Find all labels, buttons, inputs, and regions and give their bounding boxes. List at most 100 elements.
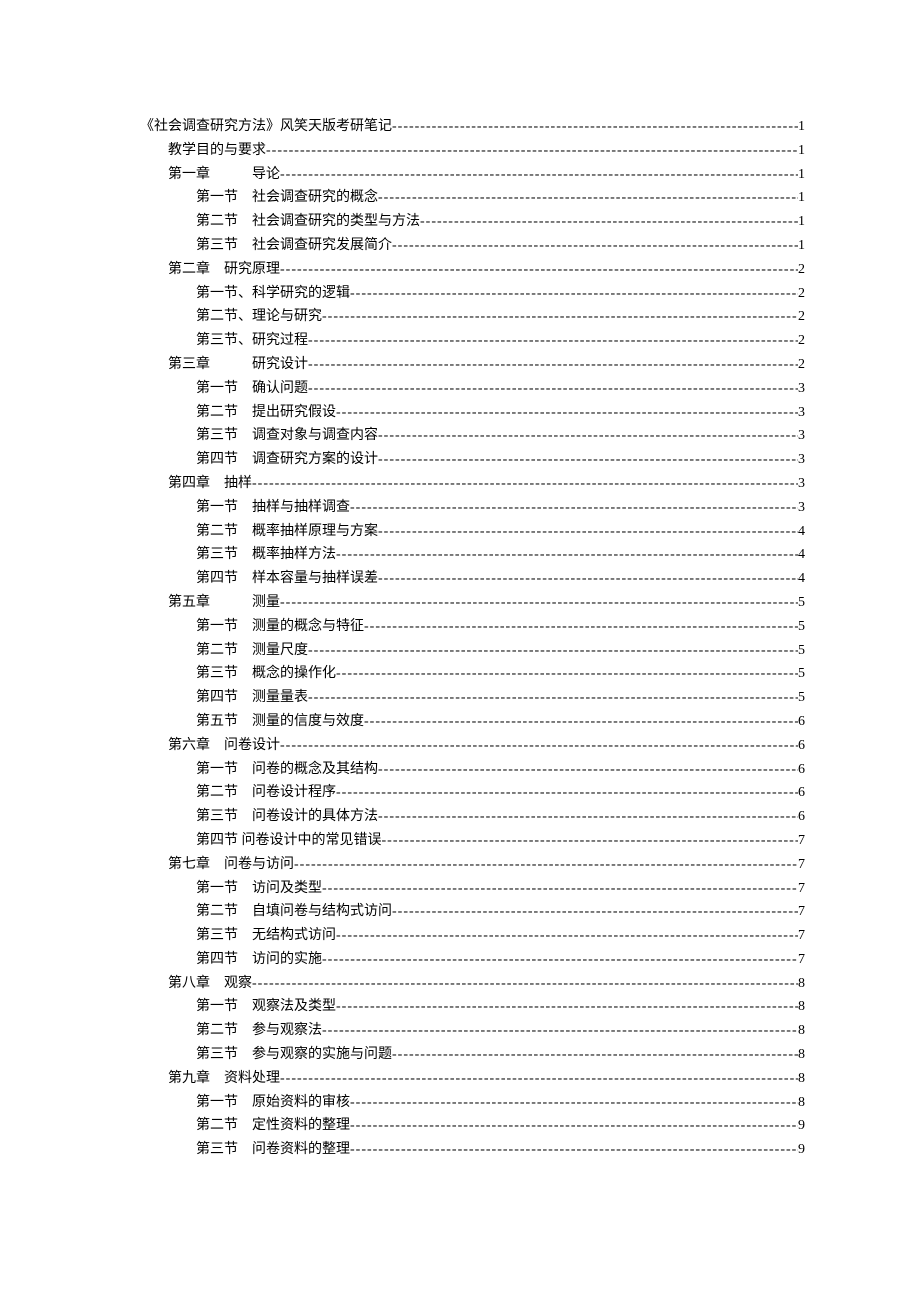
toc-entry: 第四节 访问的实施 7 [140,948,805,972]
toc-page-number: 3 [798,448,805,472]
toc-entry: 第二节 社会调查研究的类型与方法1 [140,210,805,234]
toc-leader-dots [322,948,798,972]
toc-label: 第四节 问卷设计中的常见错误 [196,829,382,853]
toc-leader-dots [322,1019,798,1043]
toc-entry: 第三节 参与观察的实施与问题8 [140,1043,805,1067]
toc-leader-dots [350,496,798,520]
toc-label: 第一节 抽样与抽样调查 [196,496,350,520]
toc-leader-dots [364,710,798,734]
toc-entry: 第四节 问卷设计中的常见错误 7 [140,829,805,853]
toc-entry: 第三节 调查对象与调查内容3 [140,424,805,448]
toc-entry: 第九章 资料处理8 [140,1067,805,1091]
toc-leader-dots [350,282,798,306]
toc-entry: 第一节 访问及类型7 [140,877,805,901]
toc-entry: 第二节 自填问卷与结构式访问7 [140,900,805,924]
toc-label: 第一节 社会调查研究的概念 [196,186,378,210]
toc-leader-dots [336,924,798,948]
toc-leader-dots [308,329,798,353]
toc-leader-dots [378,424,798,448]
toc-page-number: 2 [798,353,805,377]
toc-page-number: 3 [798,472,805,496]
toc-page-number: 6 [798,781,805,805]
toc-leader-dots [392,900,798,924]
toc-page-number: 1 [798,210,805,234]
toc-page-number: 5 [798,591,805,615]
toc-page-number: 6 [798,710,805,734]
toc-label: 第二节 提出研究假设 [196,401,336,425]
toc-label: 第二节 参与观察法 [196,1019,322,1043]
toc-entry: 第三节 社会调查研究发展简介1 [140,234,805,258]
toc-page-number: 5 [798,615,805,639]
toc-entry: 第二节、理论与研究 2 [140,305,805,329]
toc-leader-dots [252,472,798,496]
toc-entry: 第二节 概率抽样原理与方案 4 [140,520,805,544]
toc-entry: 第三节、研究过程2 [140,329,805,353]
table-of-contents: 《社会调查研究方法》风笑天版考研笔记1教学目的与要求1第一章 导论1第一节 社会… [140,115,805,1162]
toc-page-number: 1 [798,139,805,163]
toc-label: 第一节 确认问题 [196,377,308,401]
toc-label: 第三节 概率抽样方法 [196,543,336,567]
toc-leader-dots [350,1138,798,1162]
toc-entry: 第二节 提出研究假设3 [140,401,805,425]
toc-label: 第四节 调查研究方案的设计 [196,448,378,472]
toc-page-number: 8 [798,1067,805,1091]
toc-label: 第二节 问卷设计程序 [196,781,336,805]
toc-label: 第四节 测量量表 [196,686,308,710]
toc-label: 第三章 研究设计 [168,353,308,377]
toc-page-number: 3 [798,377,805,401]
toc-page-number: 4 [798,567,805,591]
toc-page-number: 7 [798,829,805,853]
toc-page-number: 7 [798,948,805,972]
toc-page-number: 8 [798,972,805,996]
toc-page-number: 3 [798,496,805,520]
toc-leader-dots [350,1091,798,1115]
toc-label: 第六章 问卷设计 [168,734,280,758]
toc-entry: 第四节 样本容量与抽样误差 4 [140,567,805,591]
toc-label: 第二节 概率抽样原理与方案 [196,520,378,544]
toc-leader-dots [382,829,799,853]
toc-entry: 第三章 研究设计 2 [140,353,805,377]
toc-entry: 第四节 测量量表 5 [140,686,805,710]
toc-page-number: 2 [798,258,805,282]
toc-label: 第四节 样本容量与抽样误差 [196,567,378,591]
toc-label: 《社会调查研究方法》风笑天版考研笔记 [140,115,392,139]
toc-leader-dots [378,186,798,210]
toc-entry: 第二节 测量尺度5 [140,639,805,663]
toc-page-number: 7 [798,853,805,877]
toc-entry: 第一节 测量的概念与特征5 [140,615,805,639]
toc-leader-dots [336,662,798,686]
toc-label: 第二节 测量尺度 [196,639,308,663]
toc-page-number: 2 [798,305,805,329]
toc-page-number: 1 [798,186,805,210]
toc-page-number: 5 [798,662,805,686]
toc-label: 第四节 访问的实施 [196,948,322,972]
toc-leader-dots [350,1114,798,1138]
toc-page-number: 5 [798,686,805,710]
toc-entry: 《社会调查研究方法》风笑天版考研笔记 1 [140,115,805,139]
toc-leader-dots [378,520,798,544]
toc-label: 第一节、科学研究的逻辑 [196,282,350,306]
toc-page-number: 2 [798,282,805,306]
toc-leader-dots [392,234,798,258]
toc-leader-dots [252,972,798,996]
toc-page-number: 7 [798,877,805,901]
toc-leader-dots [336,781,798,805]
toc-leader-dots [392,115,798,139]
toc-page-number: 1 [798,234,805,258]
toc-page-number: 1 [798,115,805,139]
toc-entry: 第一节 确认问题 3 [140,377,805,401]
toc-entry: 第一节 问卷的概念及其结构6 [140,758,805,782]
toc-label: 第三节 调查对象与调查内容 [196,424,378,448]
toc-page-number: 4 [798,543,805,567]
toc-leader-dots [322,305,798,329]
toc-entry: 第三节 概率抽样方法 4 [140,543,805,567]
toc-label: 第二节、理论与研究 [196,305,322,329]
toc-page-number: 6 [798,758,805,782]
toc-label: 第八章 观察 [168,972,252,996]
toc-entry: 教学目的与要求1 [140,139,805,163]
toc-leader-dots [294,853,798,877]
toc-leader-dots [308,377,798,401]
toc-page-number: 4 [798,520,805,544]
toc-entry: 第三节 问卷资料的整理9 [140,1138,805,1162]
toc-leader-dots [378,758,798,782]
